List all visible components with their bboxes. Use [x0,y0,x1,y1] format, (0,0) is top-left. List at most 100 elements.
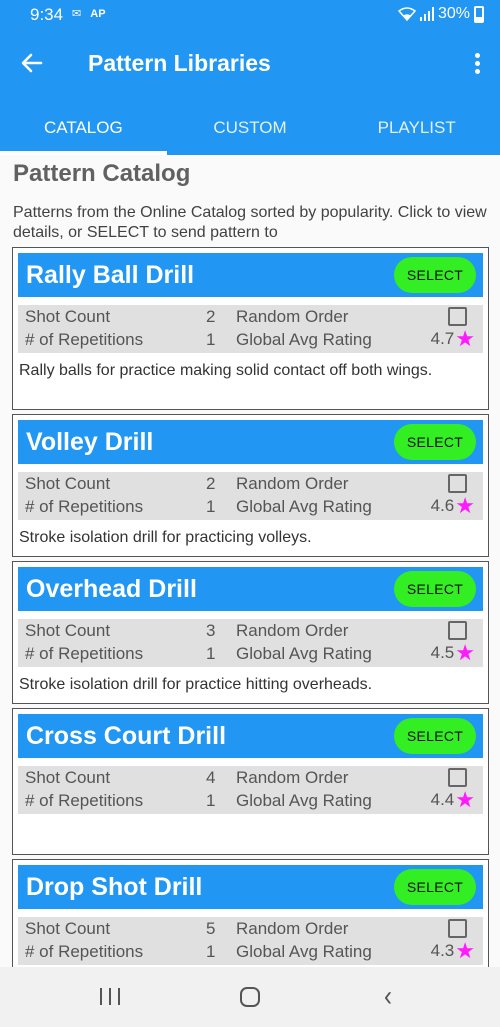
shot-count-label: Shot Count [25,768,111,787]
random-order-checkbox[interactable] [448,919,467,938]
status-time: 9:34 [30,5,64,24]
repetitions-value: 1 [206,330,216,349]
random-order-label: Random Order [236,919,349,938]
repetitions-label: # of Repetitions [25,330,144,349]
pattern-description: Stroke isolation drill for practicing vo… [19,529,312,546]
pattern-stats: Shot Count 2 Random Order # of Repetitio… [18,472,483,520]
rating: 4.3 ★ [430,938,475,963]
notification-icons: ✉ AP [72,7,112,20]
pattern-stats: Shot Count 4 Random Order # of Repetitio… [18,766,483,814]
card-header: Rally Ball Drill SELECT [18,253,483,297]
page-title: Pattern Libraries [88,50,271,76]
star-icon: ★ [455,640,475,665]
shot-count-label: Shot Count [25,621,111,640]
repetitions-label: # of Repetitions [25,644,144,663]
status-bar: 9:34 ✉ AP 30% [0,0,500,30]
tab-custom[interactable]: CUSTOM [167,100,334,155]
global-rating-label: Global Avg Rating [236,330,372,349]
card-header: Drop Shot Drill SELECT [18,865,483,909]
global-rating-label: Global Avg Rating [236,644,372,663]
pattern-name: Overhead Drill [26,575,197,603]
star-icon: ★ [455,493,475,518]
pattern-name: Drop Shot Drill [26,873,203,901]
card-header: Volley Drill SELECT [18,420,483,464]
rating: 4.4 ★ [430,787,475,812]
random-order-checkbox[interactable] [448,307,467,326]
rating: 4.7 ★ [430,326,475,351]
wifi-icon [397,7,416,21]
star-icon: ★ [455,326,475,351]
system-nav-bar: ‹ [0,967,500,1027]
tab-bar: CATALOG CUSTOM PLAYLIST [0,100,500,155]
shot-count-value: 2 [206,474,216,493]
shot-count-label: Shot Count [25,919,111,938]
select-button[interactable]: SELECT [394,424,476,460]
recents-icon[interactable] [100,988,120,1006]
ap-notification-icon: AP [90,8,106,20]
select-button[interactable]: SELECT [394,257,476,293]
shot-count-label: Shot Count [25,474,111,493]
global-rating-label: Global Avg Rating [236,497,372,516]
back-arrow-icon[interactable] [20,48,46,78]
pattern-description: Stroke isolation drill for practice hitt… [19,676,373,693]
random-order-label: Random Order [236,768,349,787]
section-heading: Pattern Catalog [13,160,191,187]
back-nav-icon[interactable]: ‹ [384,980,392,1014]
repetitions-label: # of Repetitions [25,497,144,516]
star-icon: ★ [455,938,475,963]
repetitions-value: 1 [206,497,216,516]
tab-playlist[interactable]: PLAYLIST [333,100,500,155]
random-order-checkbox[interactable] [448,474,467,493]
random-order-label: Random Order [236,307,349,326]
mail-notification-icon: ✉ [72,8,82,20]
repetitions-value: 1 [206,791,216,810]
app-bar: Pattern Libraries [0,30,500,100]
global-rating-label: Global Avg Rating [236,942,372,961]
pattern-description: Rally balls for practice making solid co… [19,362,433,379]
pattern-card[interactable]: Rally Ball Drill SELECT Shot Count 2 Ran… [12,247,489,410]
pattern-list[interactable]: Rally Ball Drill SELECT Shot Count 2 Ran… [12,247,489,967]
shot-count-label: Shot Count [25,307,111,326]
tab-catalog[interactable]: CATALOG [0,100,167,155]
pattern-card[interactable]: Cross Court Drill SELECT Shot Count 4 Ra… [12,708,489,855]
random-order-checkbox[interactable] [448,768,467,787]
random-order-checkbox[interactable] [448,621,467,640]
rating-value: 4.5 [430,643,455,662]
global-rating-label: Global Avg Rating [236,791,372,810]
battery-percent: 30% [437,5,470,22]
card-header: Overhead Drill SELECT [18,567,483,611]
shot-count-value: 5 [206,919,216,938]
pattern-card[interactable]: Overhead Drill SELECT Shot Count 3 Rando… [12,561,489,704]
pattern-stats: Shot Count 2 Random Order # of Repetitio… [18,305,483,353]
star-icon: ★ [455,787,475,812]
pattern-stats: Shot Count 5 Random Order # of Repetitio… [18,917,483,965]
rating-value: 4.7 [430,329,455,348]
overflow-menu-icon[interactable] [468,50,486,80]
shot-count-value: 3 [206,621,216,640]
pattern-description [18,822,483,846]
shot-count-value: 4 [206,768,216,787]
repetitions-value: 1 [206,942,216,961]
home-icon[interactable] [240,987,260,1007]
pattern-card[interactable]: Volley Drill SELECT Shot Count 2 Random … [12,414,489,557]
repetitions-value: 1 [206,644,216,663]
shot-count-value: 2 [206,307,216,326]
rating: 4.5 ★ [430,640,475,665]
rating-value: 4.6 [430,496,455,515]
battery-icon [474,5,484,23]
repetitions-label: # of Repetitions [25,791,144,810]
rating-value: 4.4 [430,790,455,809]
select-button[interactable]: SELECT [394,869,476,905]
rating-value: 4.3 [430,941,455,960]
pattern-name: Volley Drill [26,428,154,456]
intro-text: Patterns from the Online Catalog sorted … [13,204,487,241]
random-order-label: Random Order [236,621,349,640]
card-header: Cross Court Drill SELECT [18,714,483,758]
pattern-card[interactable]: Drop Shot Drill SELECT Shot Count 5 Rand… [12,859,489,967]
pattern-name: Cross Court Drill [26,722,227,750]
pattern-name: Rally Ball Drill [26,261,195,289]
random-order-label: Random Order [236,474,349,493]
pattern-stats: Shot Count 3 Random Order # of Repetitio… [18,619,483,667]
select-button[interactable]: SELECT [394,571,476,607]
select-button[interactable]: SELECT [394,718,476,754]
